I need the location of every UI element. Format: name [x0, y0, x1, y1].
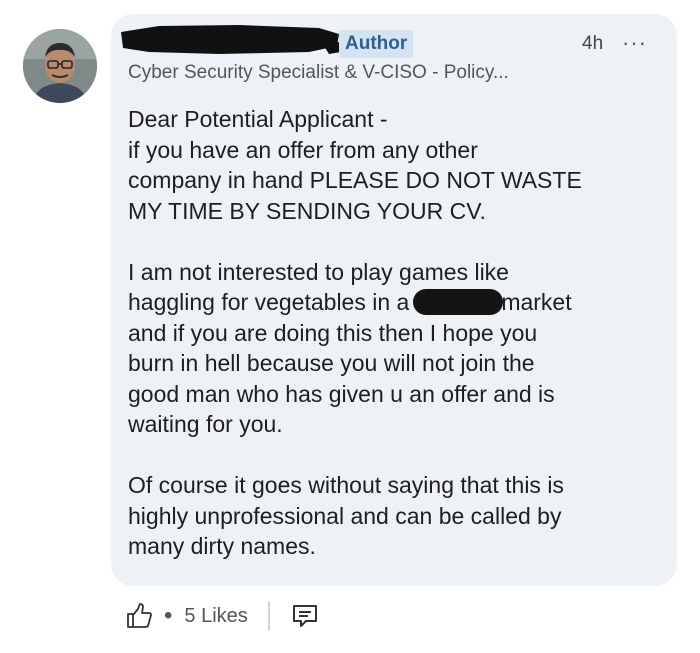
comment-line: good man who has given u an offer and is	[128, 380, 555, 407]
comment-line: burn in hell because you will not join t…	[128, 350, 535, 376]
timestamp: 4h	[582, 33, 604, 54]
comment-line: waiting for you.	[128, 411, 283, 437]
comment-line: company in hand PLEASE DO NOT WASTE	[128, 167, 582, 193]
divider	[267, 601, 270, 631]
comment-paragraph-3: Of course it goes without saying that th…	[128, 470, 668, 562]
avatar[interactable]	[23, 29, 97, 103]
comment-paragraph-2: I am not interested to play games like h…	[128, 257, 668, 440]
comment-line: MY TIME BY SENDING YOUR CV.	[128, 197, 486, 224]
avatar-photo	[23, 29, 97, 103]
comment-line: I am not interested to play games like	[128, 258, 509, 285]
redacted-word	[413, 289, 504, 315]
author-badge: Author	[339, 30, 414, 58]
comment-line-part: haggling for vegetables in a	[128, 289, 410, 315]
more-horizontal-icon[interactable]: ···	[622, 32, 647, 54]
comment-line: highly unprofessional and can be called …	[128, 502, 562, 529]
comment-line: if you have an offer from any other	[128, 136, 478, 163]
reply-comment-icon[interactable]	[290, 601, 320, 631]
thumbs-up-icon[interactable]	[124, 601, 154, 631]
comment-actions: • 5 Likes	[124, 598, 320, 634]
redacted-author-name	[121, 25, 341, 54]
comment-line: and if you are doing this then I hope yo…	[128, 319, 538, 346]
separator-dot: •	[164, 602, 173, 629]
comment-line: many dirty names.	[128, 533, 316, 559]
author-headline: Cyber Security Specialist & V-CISO - Pol…	[128, 62, 509, 83]
comment-line: haggling for vegetables in a market	[128, 287, 668, 318]
comment-line-part: market	[501, 289, 572, 315]
comment-paragraph-1: Dear Potential Applicant - if you have a…	[128, 104, 668, 226]
comment-line: Of course it goes without saying that th…	[128, 472, 564, 498]
comment-text: Dear Potential Applicant - if you have a…	[128, 104, 668, 592]
comment-line: Dear Potential Applicant -	[128, 106, 388, 132]
likes-count[interactable]: 5 Likes	[184, 605, 247, 628]
